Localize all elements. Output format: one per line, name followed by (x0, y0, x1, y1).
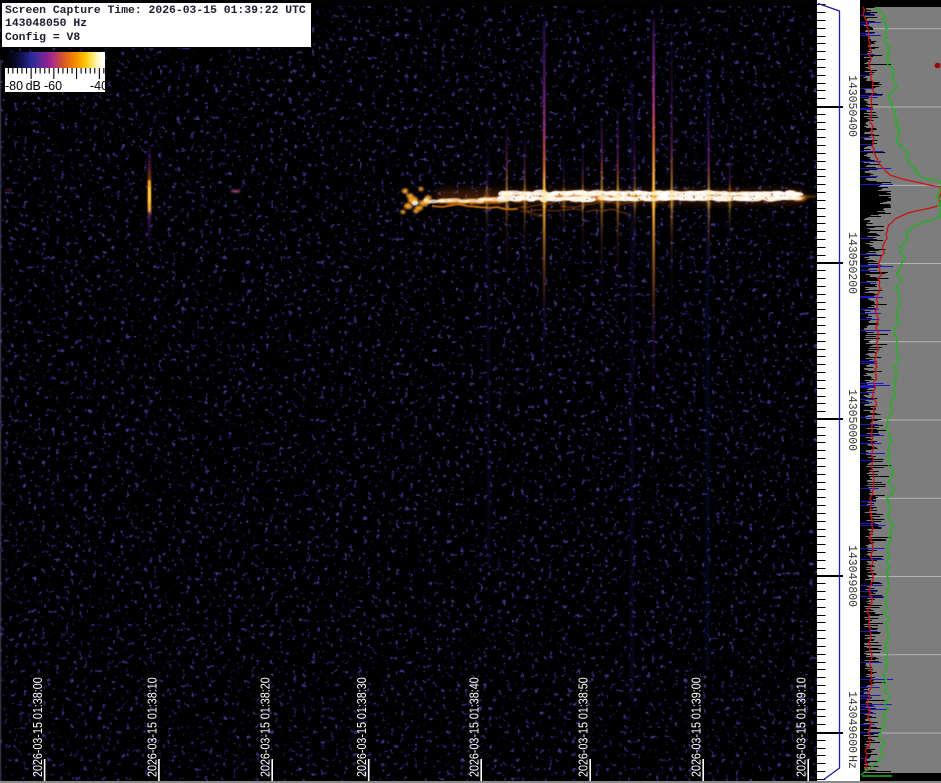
svg-text:2026-03-15 01:38:00: 2026-03-15 01:38:00 (31, 677, 45, 777)
svg-text:2026-03-15 01:38:20: 2026-03-15 01:38:20 (259, 677, 273, 777)
svg-text:2026-03-15 01:38:40: 2026-03-15 01:38:40 (468, 677, 482, 777)
svg-text:2026-03-15 01:39:10: 2026-03-15 01:39:10 (795, 677, 809, 777)
svg-text:2026-03-15 01:38:30: 2026-03-15 01:38:30 (355, 677, 369, 777)
svg-text:2026-03-15 01:38:50: 2026-03-15 01:38:50 (577, 677, 591, 777)
svg-text:2026-03-15 01:39:00: 2026-03-15 01:39:00 (690, 677, 704, 777)
svg-text:2026-03-15 01:38:10: 2026-03-15 01:38:10 (146, 677, 160, 777)
